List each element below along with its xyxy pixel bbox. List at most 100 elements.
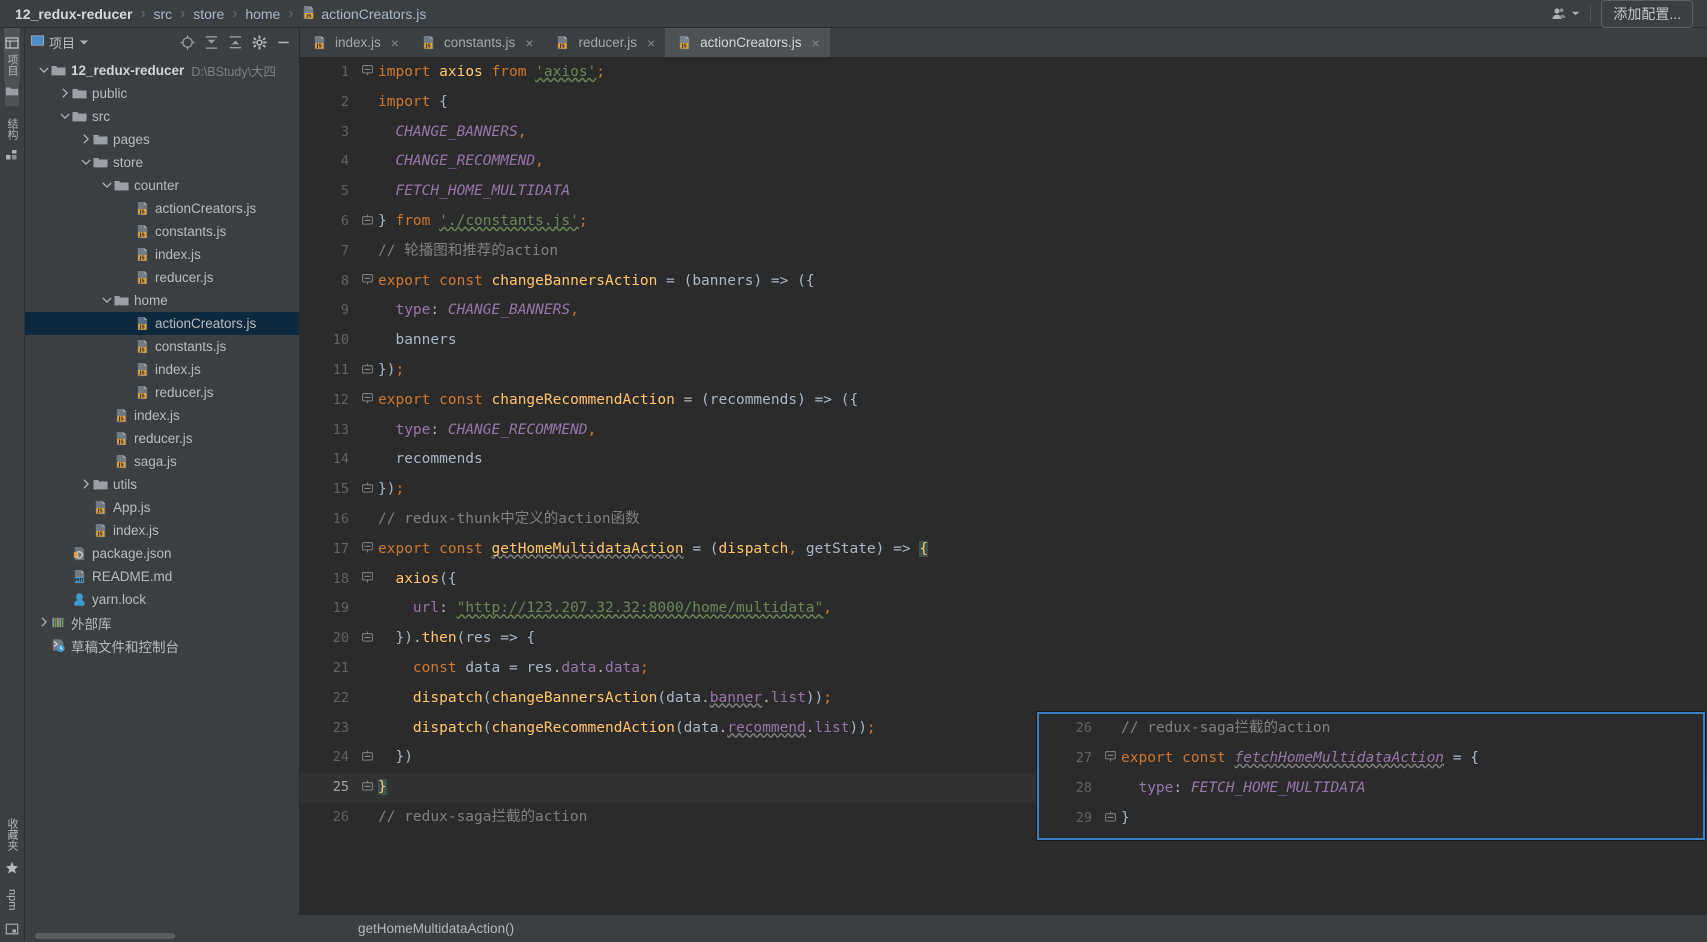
chevron-right-icon[interactable] xyxy=(79,479,93,491)
editor-tab-index-js[interactable]: JS index.js × xyxy=(300,28,409,57)
code-line[interactable]: 1 import axios from 'axios'; xyxy=(300,58,1707,88)
code-line[interactable]: 8 export const changeBannersAction = (ban… xyxy=(300,267,1707,297)
code-fold-icon[interactable] xyxy=(358,535,376,565)
tree-row[interactable]: JS reducer.js xyxy=(25,427,299,450)
chevron-down-icon[interactable] xyxy=(100,295,114,307)
code-fold-icon[interactable] xyxy=(1101,804,1119,834)
tab-close-icon[interactable]: × xyxy=(391,35,399,51)
code-fold-icon[interactable] xyxy=(358,475,376,505)
chevron-down-icon[interactable] xyxy=(100,180,114,192)
expand-all-icon[interactable] xyxy=(204,35,219,50)
tree-row[interactable]: counter xyxy=(25,174,299,197)
editor-tab-bar[interactable]: JS index.js × JS constants.js × JS reducer.js × J… xyxy=(300,28,1707,58)
code-line[interactable]: 28 type: FETCH_HOME_MULTIDATA xyxy=(1039,774,1703,804)
strip-item-folder[interactable] xyxy=(5,82,19,106)
chevron-right-icon[interactable] xyxy=(37,617,51,629)
code-line[interactable]: 29} xyxy=(1039,804,1703,834)
tree-row[interactable]: JS index.js xyxy=(25,243,299,266)
tree-row[interactable]: JS constants.js xyxy=(25,220,299,243)
breadcrumb-item-src[interactable]: src xyxy=(147,6,180,22)
hide-panel-icon[interactable] xyxy=(276,35,291,50)
tree-row[interactable]: JS reducer.js xyxy=(25,266,299,289)
code-line[interactable]: 16 // redux-thunk中定义的action函数 xyxy=(300,505,1707,535)
chevron-right-icon[interactable] xyxy=(58,88,72,100)
tree-row[interactable]: JS index.js xyxy=(25,358,299,381)
tree-row-selected[interactable]: JS actionCreators.js xyxy=(25,312,299,335)
tab-close-icon[interactable]: × xyxy=(811,35,819,51)
code-line[interactable]: 6} from './constants.js'; xyxy=(300,207,1707,237)
tree-row[interactable]: MD README.md xyxy=(25,565,299,588)
tree-row[interactable]: yarn.lock xyxy=(25,588,299,611)
tree-row[interactable]: src xyxy=(25,105,299,128)
code-fold-icon[interactable] xyxy=(1101,744,1119,774)
project-file-tree[interactable]: 12_redux-reducer D:\BStudy\大四 public src pag… xyxy=(25,56,299,942)
code-line[interactable]: 17 export const getHomeMultidataAction = … xyxy=(300,535,1707,565)
strip-item-npm[interactable]: npm xyxy=(6,883,18,916)
strip-item-modules[interactable] xyxy=(5,146,19,168)
tab-close-icon[interactable]: × xyxy=(647,35,655,51)
code-line[interactable]: 5 FETCH_HOME_MULTIDATA xyxy=(300,177,1707,207)
code-fold-icon[interactable] xyxy=(358,356,376,386)
user-dropdown-icon[interactable] xyxy=(1551,6,1580,21)
code-fold-icon[interactable] xyxy=(358,624,376,654)
breadcrumb-item-project[interactable]: 12_redux-reducer xyxy=(8,6,140,22)
code-line[interactable]: 2 import { xyxy=(300,88,1707,118)
code-line[interactable]: 11}); xyxy=(300,356,1707,386)
code-line[interactable]: 15}); xyxy=(300,475,1707,505)
tree-row[interactable]: 外部库 xyxy=(25,611,299,634)
tree-row[interactable]: 12_redux-reducer D:\BStudy\大四 xyxy=(25,59,299,82)
breadcrumb-item-file[interactable]: JS actionCreators.js xyxy=(294,5,433,23)
tree-row[interactable]: JS constants.js xyxy=(25,335,299,358)
breadcrumb-item-home[interactable]: home xyxy=(238,6,287,22)
add-configuration-button[interactable]: 添加配置... xyxy=(1601,0,1693,28)
tree-row[interactable]: package.json xyxy=(25,542,299,565)
tree-row[interactable]: JS index.js xyxy=(25,404,299,427)
terminal-icon[interactable] xyxy=(5,916,19,938)
code-line[interactable]: 19 url: "http://123.207.32.32:8000/home/… xyxy=(300,594,1707,624)
code-line[interactable]: 22 dispatch(changeBannersAction(data.ban… xyxy=(300,684,1707,714)
code-line[interactable]: 21 const data = res.data.data; xyxy=(300,654,1707,684)
tree-row[interactable]: store xyxy=(25,151,299,174)
code-preview-popup[interactable]: 26 // redux-saga拦截的action 27 export const f… xyxy=(1037,712,1705,840)
tree-row[interactable]: JS actionCreators.js xyxy=(25,197,299,220)
tree-row[interactable]: JS saga.js xyxy=(25,450,299,473)
tree-row[interactable]: pages xyxy=(25,128,299,151)
tree-row[interactable]: 草稿文件和控制台 xyxy=(25,634,299,657)
code-fold-icon[interactable] xyxy=(358,743,376,773)
code-line[interactable]: 26 // redux-saga拦截的action xyxy=(1039,714,1703,744)
chevron-down-icon[interactable] xyxy=(58,111,72,123)
code-line[interactable]: 4 CHANGE_RECOMMEND, xyxy=(300,147,1707,177)
code-line[interactable]: 20 }).then(res => { xyxy=(300,624,1707,654)
code-line[interactable]: 13 type: CHANGE_RECOMMEND, xyxy=(300,416,1707,446)
code-line[interactable]: 27 export const fetchHomeMultidataAction … xyxy=(1039,744,1703,774)
code-line[interactable]: 7 // 轮播图和推荐的action xyxy=(300,237,1707,267)
locate-icon[interactable] xyxy=(180,34,195,50)
chevron-down-icon[interactable] xyxy=(79,35,89,50)
editor-tab-actionCreators-js[interactable]: JS actionCreators.js × xyxy=(665,28,830,57)
strip-item-project[interactable]: 项目 xyxy=(4,28,20,82)
star-icon[interactable] xyxy=(5,857,19,879)
code-fold-icon[interactable] xyxy=(358,207,376,237)
code-line[interactable]: 9 type: CHANGE_BANNERS, xyxy=(300,296,1707,326)
code-line[interactable]: 10 banners xyxy=(300,326,1707,356)
scrollbar-thumb[interactable] xyxy=(35,933,175,939)
editor-tab-constants-js[interactable]: JS constants.js × xyxy=(409,28,543,57)
code-line[interactable]: 18 axios({ xyxy=(300,565,1707,595)
editor-tab-reducer-js[interactable]: JS reducer.js × xyxy=(543,28,665,57)
collapse-all-icon[interactable] xyxy=(228,35,243,50)
code-fold-icon[interactable] xyxy=(358,267,376,297)
chevron-down-icon[interactable] xyxy=(79,157,93,169)
chevron-right-icon[interactable] xyxy=(79,134,93,146)
tree-row[interactable]: JS reducer.js xyxy=(25,381,299,404)
tree-row[interactable]: home xyxy=(25,289,299,312)
strip-item-favorites[interactable]: 收藏夹 xyxy=(4,812,20,857)
tab-close-icon[interactable]: × xyxy=(525,35,533,51)
tree-row[interactable]: utils xyxy=(25,473,299,496)
code-fold-icon[interactable] xyxy=(358,565,376,595)
breadcrumb-item-store[interactable]: store xyxy=(186,6,231,22)
code-fold-icon[interactable] xyxy=(358,386,376,416)
tree-row[interactable]: JS App.js xyxy=(25,496,299,519)
code-line[interactable]: 12 export const changeRecommendAction = (… xyxy=(300,386,1707,416)
strip-item-structure[interactable]: 结构 xyxy=(4,112,20,146)
code-fold-icon[interactable] xyxy=(358,58,376,88)
